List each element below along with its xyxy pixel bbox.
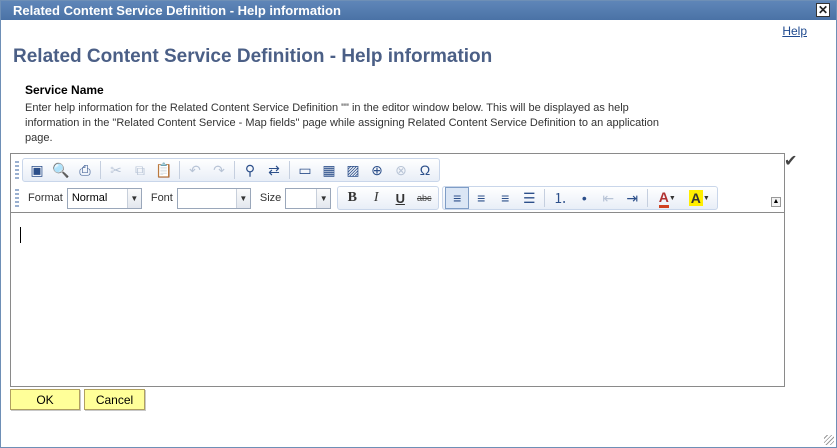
help-link[interactable]: Help <box>782 24 807 38</box>
page-title: Related Content Service Definition - Hel… <box>13 46 493 67</box>
editor-toolbar: ▣ 🔍 ⎙ ✂ ⧉ 📋 ↶ ↷ ⚲ ⇄ ▭ ▦ ▨ ⊕ ⊗ Ω Format N… <box>11 154 784 212</box>
chevron-down-icon[interactable]: ▼ <box>126 188 141 208</box>
spellcheck-icon[interactable]: ✔ <box>784 151 797 171</box>
format-select[interactable]: Normal ▼ <box>66 187 142 209</box>
toolbar-row-1: ▣ 🔍 ⎙ ✂ ⧉ 📋 ↶ ↷ ⚲ ⇄ ▭ ▦ ▨ ⊕ ⊗ Ω <box>11 157 440 183</box>
toolbar-grip[interactable] <box>15 161 19 179</box>
unlink-icon[interactable]: ⊗ <box>389 159 413 181</box>
link-icon[interactable]: ⊕ <box>365 159 389 181</box>
copy-icon[interactable]: ⧉ <box>128 159 152 181</box>
rich-text-editor: ▣ 🔍 ⎙ ✂ ⧉ 📋 ↶ ↷ ⚲ ⇄ ▭ ▦ ▨ ⊕ ⊗ Ω Format N… <box>10 153 785 387</box>
align-right-icon[interactable]: ≡ <box>493 187 517 209</box>
toolbar-separator <box>289 161 290 179</box>
underline-button[interactable]: U <box>388 187 412 209</box>
bg-color-button[interactable]: A ▼ <box>683 187 715 209</box>
window-titlebar[interactable]: Related Content Service Definition - Hel… <box>1 1 836 20</box>
cut-icon[interactable]: ✂ <box>104 159 128 181</box>
italic-button[interactable]: I <box>364 187 388 209</box>
chevron-down-icon[interactable]: ▼ <box>235 188 250 208</box>
toolbar-collapse-icon[interactable]: ▲ <box>771 197 781 207</box>
preview-icon[interactable]: 🔍 <box>49 159 73 181</box>
strikethrough-icon: abc <box>417 193 432 203</box>
align-center-icon[interactable]: ≡ <box>469 187 493 209</box>
indent-icon[interactable]: ⇥ <box>620 187 644 209</box>
bold-icon: B <box>347 190 357 205</box>
table-icon[interactable]: ▦ <box>317 159 341 181</box>
toolbar-separator <box>234 161 235 179</box>
align-justify-icon[interactable]: ☰ <box>517 187 541 209</box>
help-dialog: Related Content Service Definition - Hel… <box>0 0 837 448</box>
bold-button[interactable]: B <box>340 187 364 209</box>
window-title: Related Content Service Definition - Hel… <box>13 3 341 18</box>
print-icon[interactable]: ⎙ <box>73 159 97 181</box>
undo-icon[interactable]: ↶ <box>183 159 207 181</box>
bg-color-icon: A <box>688 190 703 206</box>
italic-icon: I <box>373 190 379 205</box>
font-select[interactable]: ▼ <box>176 187 251 209</box>
source-icon[interactable]: ▣ <box>25 159 49 181</box>
toolbar-group-align: ≡ ≡ ≡ ☰ ⒈ • ⇤ ⇥ A ▼ A ▼ <box>442 186 719 210</box>
toolbar-group-format: B I U abc <box>337 186 440 210</box>
special-char-icon[interactable]: Ω <box>413 159 437 181</box>
format-value: Normal <box>71 192 108 204</box>
resize-grip-icon[interactable] <box>824 435 834 445</box>
image-icon[interactable]: ▨ <box>341 159 365 181</box>
align-left-icon[interactable]: ≡ <box>445 187 470 209</box>
chevron-down-icon[interactable]: ▼ <box>316 188 331 208</box>
format-label: Format <box>28 192 63 204</box>
toolbar-row-2: Format Normal ▼ Font ▼ Size ▼ B I U abc … <box>11 185 719 211</box>
outdent-icon[interactable]: ⇤ <box>596 187 620 209</box>
replace-icon[interactable]: ⇄ <box>262 159 286 181</box>
toolbar-separator <box>544 189 546 207</box>
text-caret <box>20 227 21 243</box>
editor-content-area[interactable] <box>11 212 784 386</box>
font-label: Font <box>150 192 173 204</box>
toolbar-group-main: ▣ 🔍 ⎙ ✂ ⧉ 📋 ↶ ↷ ⚲ ⇄ ▭ ▦ ▨ ⊕ ⊗ Ω <box>22 158 440 182</box>
close-icon[interactable]: ✕ <box>816 3 830 17</box>
redo-icon[interactable]: ↷ <box>207 159 231 181</box>
horizontal-rule-icon[interactable]: ▭ <box>293 159 317 181</box>
toolbar-grip[interactable] <box>15 189 19 207</box>
paste-icon[interactable]: 📋 <box>152 159 176 181</box>
toolbar-separator <box>647 189 649 207</box>
service-description: Enter help information for the Related C… <box>25 102 659 144</box>
strikethrough-button[interactable]: abc <box>412 187 436 209</box>
toolbar-separator <box>100 161 101 179</box>
find-icon[interactable]: ⚲ <box>238 159 262 181</box>
bulleted-list-icon[interactable]: • <box>572 187 596 209</box>
ok-button[interactable]: OK <box>10 389 80 410</box>
service-name-label: Service Name <box>25 83 104 97</box>
size-label: Size <box>259 192 282 204</box>
toolbar-separator <box>179 161 180 179</box>
numbered-list-icon[interactable]: ⒈ <box>548 187 572 209</box>
text-color-icon: A <box>658 189 669 208</box>
underline-icon: U <box>395 190 405 206</box>
cancel-button[interactable]: Cancel <box>84 389 145 410</box>
size-select[interactable]: ▼ <box>285 187 332 209</box>
text-color-button[interactable]: A ▼ <box>651 187 683 209</box>
